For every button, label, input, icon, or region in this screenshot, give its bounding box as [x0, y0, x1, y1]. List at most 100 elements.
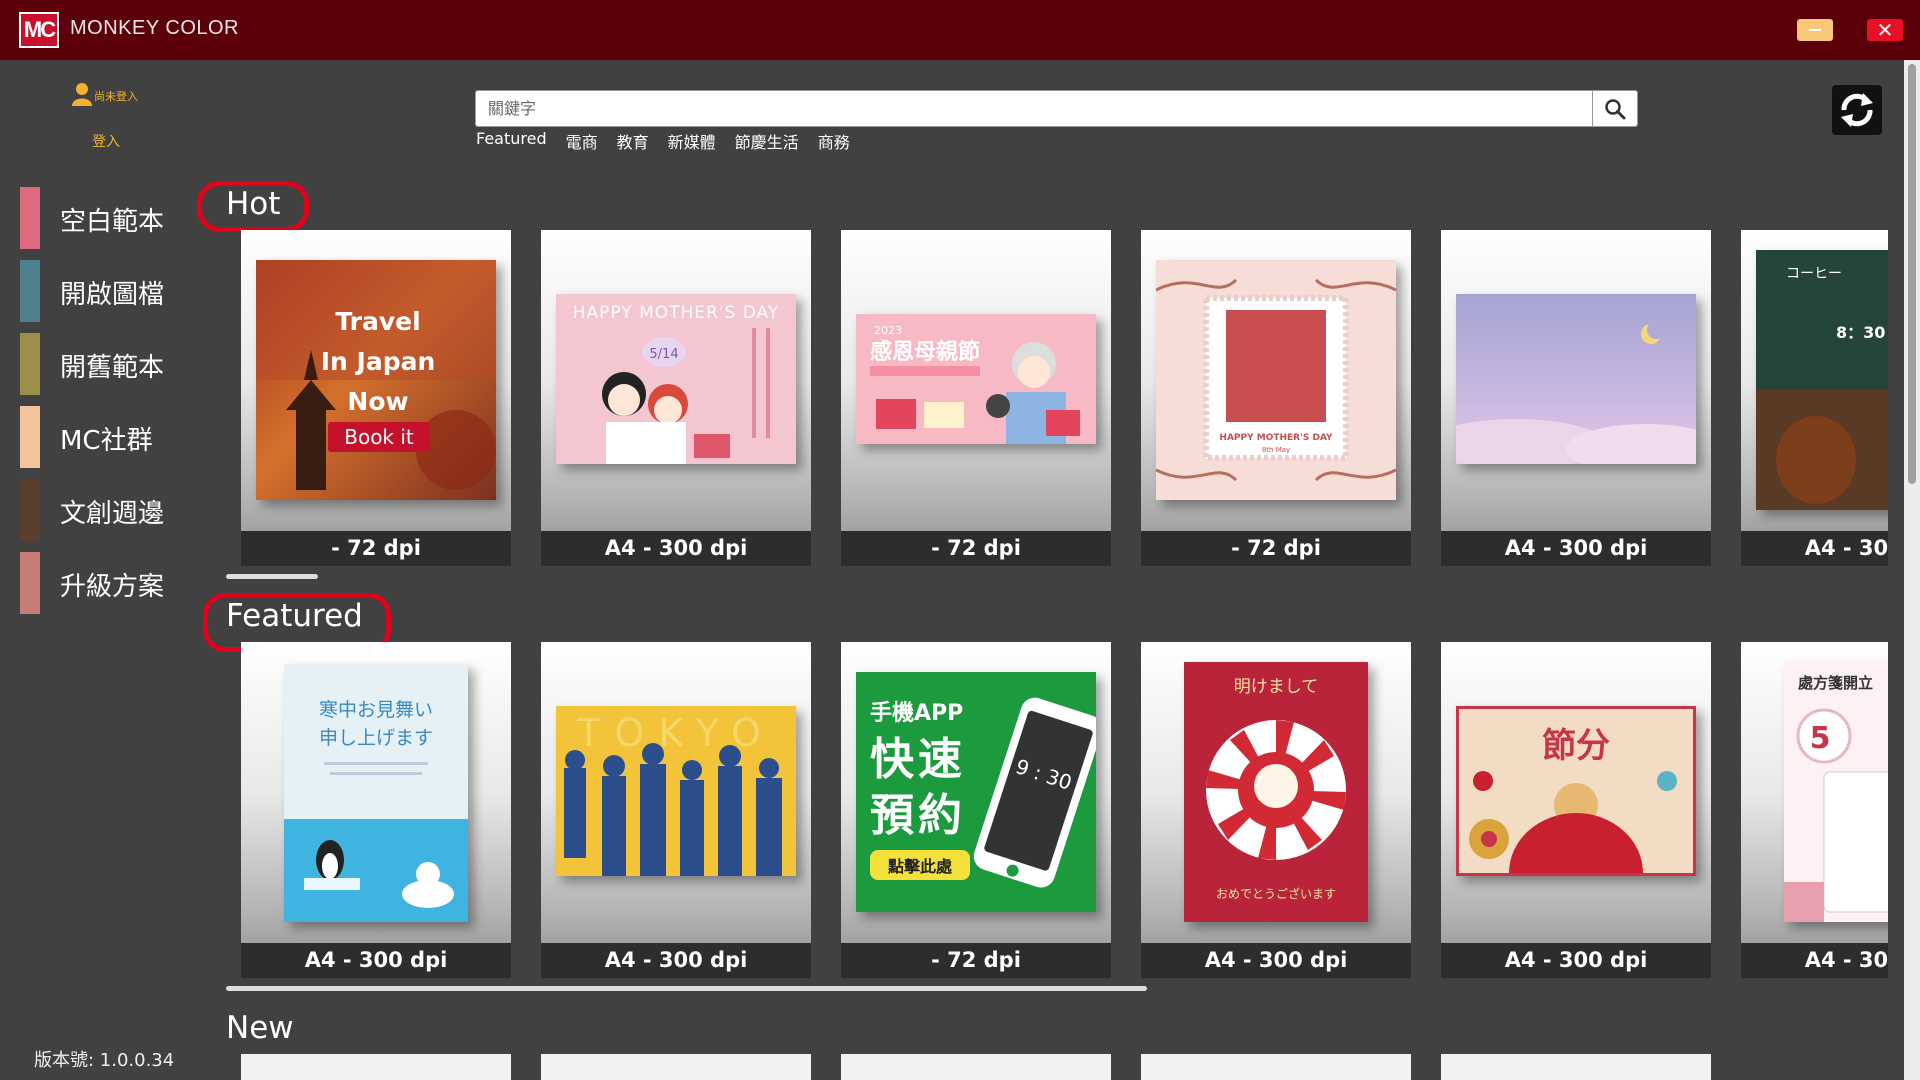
card-size-label: - 72 dpi: [841, 943, 1111, 978]
featured-row: 寒中お見舞い 申し上げます A4 - 300 dpi TOKYO A4 - 30…: [241, 642, 1888, 978]
sidebar-item-label: 開舊範本: [60, 353, 165, 383]
nav-color-swatch: [20, 260, 40, 322]
nav-color-swatch: [20, 406, 40, 468]
sidebar-item-merchandise[interactable]: 文創週邊: [20, 479, 195, 552]
sidebar-item-community[interactable]: MC社群: [20, 406, 195, 479]
hot-row: Travel In Japan Now Book it - 72 dpi HAP…: [241, 230, 1888, 566]
template-card[interactable]: 處方箋開立 5 A4 - 300 dpi: [1741, 642, 1888, 978]
template-card[interactable]: [1441, 1054, 1711, 1080]
card-thumbnail: 節分: [1456, 706, 1696, 876]
card-size-label: A4 - 300 dpi: [541, 531, 811, 566]
card-thumbnail: HAPPY MOTHER'S DAY 5/14: [556, 294, 796, 464]
template-card[interactable]: 寒中お見舞い 申し上げます A4 - 300 dpi: [241, 642, 511, 978]
card-caption-text: Travel: [335, 307, 420, 336]
template-card[interactable]: 2023 感恩母親節 - 72 dpi: [841, 230, 1111, 566]
category-tab-education[interactable]: 教育: [617, 129, 649, 153]
category-tab-ecommerce[interactable]: 電商: [566, 129, 598, 153]
sidebar-item-label: 文創週邊: [60, 499, 165, 529]
user-icon: [72, 83, 92, 106]
sidebar-item-label: MC社群: [60, 426, 153, 456]
hot-row-scrollbar[interactable]: [226, 574, 318, 579]
sidebar-item-blank-template[interactable]: 空白範本: [20, 187, 195, 260]
card-caption-text: 明けまして: [1234, 677, 1319, 697]
card-thumbnail: [1456, 294, 1696, 464]
close-button[interactable]: ✕: [1867, 19, 1903, 41]
sidebar-item-label: 空白範本: [60, 207, 165, 237]
card-caption-text: 申し上げます: [319, 727, 433, 749]
card-caption-text: おめでとうございます: [1216, 886, 1336, 901]
sidebar-item-open-image[interactable]: 開啟圖檔: [20, 260, 195, 333]
card-caption-text: 節分: [1542, 726, 1610, 766]
search-button[interactable]: [1592, 90, 1638, 127]
category-tab-business[interactable]: 商務: [818, 129, 850, 153]
nav-color-swatch: [20, 187, 40, 249]
card-thumbnail: 明けまして おめでとうございます: [1184, 662, 1368, 922]
new-row: [241, 1054, 1888, 1080]
card-caption-text: Book it: [344, 425, 414, 449]
sidebar-item-upgrade[interactable]: 升級方案: [20, 552, 195, 625]
template-card[interactable]: TOKYO A4 - 300 dpi: [541, 642, 811, 978]
card-caption-text: TOKYO: [576, 711, 775, 755]
sidebar-nav: 空白範本 開啟圖檔 開舊範本 MC社群 文創週邊 升級方案: [20, 187, 195, 625]
template-card[interactable]: Travel In Japan Now Book it - 72 dpi: [241, 230, 511, 566]
sidebar-item-label: 開啟圖檔: [60, 280, 165, 310]
card-thumbnail: 處方箋開立 5: [1784, 662, 1888, 922]
page-scrollbar[interactable]: [1904, 60, 1920, 1080]
template-card[interactable]: [241, 1054, 511, 1080]
card-size-label: A4 - 300 dpi: [1741, 531, 1888, 566]
card-thumbnail: 手機APP 快速 預約 點擊此處 9 : 30: [856, 672, 1096, 912]
minimize-button[interactable]: [1797, 19, 1833, 41]
template-card[interactable]: 手機APP 快速 預約 點擊此處 9 : 30 - 72 dpi: [841, 642, 1111, 978]
category-tab-new-media[interactable]: 新媒體: [668, 129, 716, 153]
version-label: 版本號: 1.0.0.34: [34, 1050, 175, 1071]
card-thumbnail: コーヒー 8：30: [1756, 250, 1888, 510]
app-title: MONKEY COLOR: [70, 17, 239, 39]
template-card[interactable]: HAPPY MOTHER'S DAY 8th May - 72 dpi: [1141, 230, 1411, 566]
card-caption-text: HAPPY MOTHER'S DAY: [1219, 433, 1333, 443]
title-bar: MC MONKEY COLOR ✕: [0, 0, 1920, 60]
card-thumbnail: Travel In Japan Now Book it: [256, 260, 496, 500]
user-status: 尚未登入: [94, 90, 138, 103]
template-card[interactable]: 節分 A4 - 300 dpi: [1441, 642, 1711, 978]
page-scrollbar-thumb[interactable]: [1908, 64, 1916, 484]
card-size-label: A4 - 300 dpi: [541, 943, 811, 978]
card-size-label: A4 - 300 dpi: [1441, 531, 1711, 566]
nav-color-swatch: [20, 479, 40, 541]
sidebar-item-open-old-template[interactable]: 開舊範本: [20, 333, 195, 406]
card-size-label: - 72 dpi: [841, 531, 1111, 566]
card-size-label: - 72 dpi: [241, 531, 511, 566]
scroll-left-arrow[interactable]: ⟨: [241, 394, 250, 419]
featured-row-scrollbar[interactable]: [226, 986, 1147, 991]
template-card[interactable]: [541, 1054, 811, 1080]
category-tab-featured[interactable]: Featured: [476, 129, 547, 153]
login-link[interactable]: 登入: [92, 131, 120, 151]
search-input[interactable]: [475, 90, 1592, 127]
card-size-label: A4 - 300 dpi: [241, 943, 511, 978]
card-size-label: A4 - 300 dpi: [1441, 943, 1711, 978]
hot-section-title: Hot: [226, 186, 281, 222]
template-card[interactable]: コーヒー 8：30 A4 - 300 dpi: [1741, 230, 1888, 566]
template-card[interactable]: 明けまして おめでとうございます A4 - 300 dpi: [1141, 642, 1411, 978]
featured-section-title: Featured: [226, 598, 363, 634]
card-size-label: A4 - 300 dpi: [1741, 943, 1888, 978]
template-card[interactable]: HAPPY MOTHER'S DAY 5/14 A4 - 300 dpi: [541, 230, 811, 566]
card-caption-text: 5/14: [649, 347, 678, 362]
template-card[interactable]: [1141, 1054, 1411, 1080]
template-card[interactable]: [841, 1054, 1111, 1080]
card-size-label: - 72 dpi: [1141, 531, 1411, 566]
card-thumbnail: 2023 感恩母親節: [856, 314, 1096, 444]
refresh-button[interactable]: [1832, 85, 1882, 135]
card-caption-text: 寒中お見舞い: [319, 699, 433, 721]
card-caption-text: 手機APP: [870, 701, 963, 726]
nav-color-swatch: [20, 333, 40, 395]
refresh-icon: [1841, 93, 1873, 127]
card-size-label: A4 - 300 dpi: [1141, 943, 1411, 978]
card-thumbnail: HAPPY MOTHER'S DAY 8th May: [1156, 260, 1396, 500]
card-caption-text: 快速: [870, 734, 966, 785]
template-card[interactable]: A4 - 300 dpi: [1441, 230, 1711, 566]
card-thumbnail: 寒中お見舞い 申し上げます: [284, 664, 468, 922]
category-tab-festival-life[interactable]: 節慶生活: [735, 129, 799, 153]
card-caption-text: HAPPY MOTHER'S DAY: [573, 303, 779, 323]
card-caption-text: In Japan: [321, 347, 436, 376]
scroll-left-arrow[interactable]: ⟨: [241, 806, 250, 831]
